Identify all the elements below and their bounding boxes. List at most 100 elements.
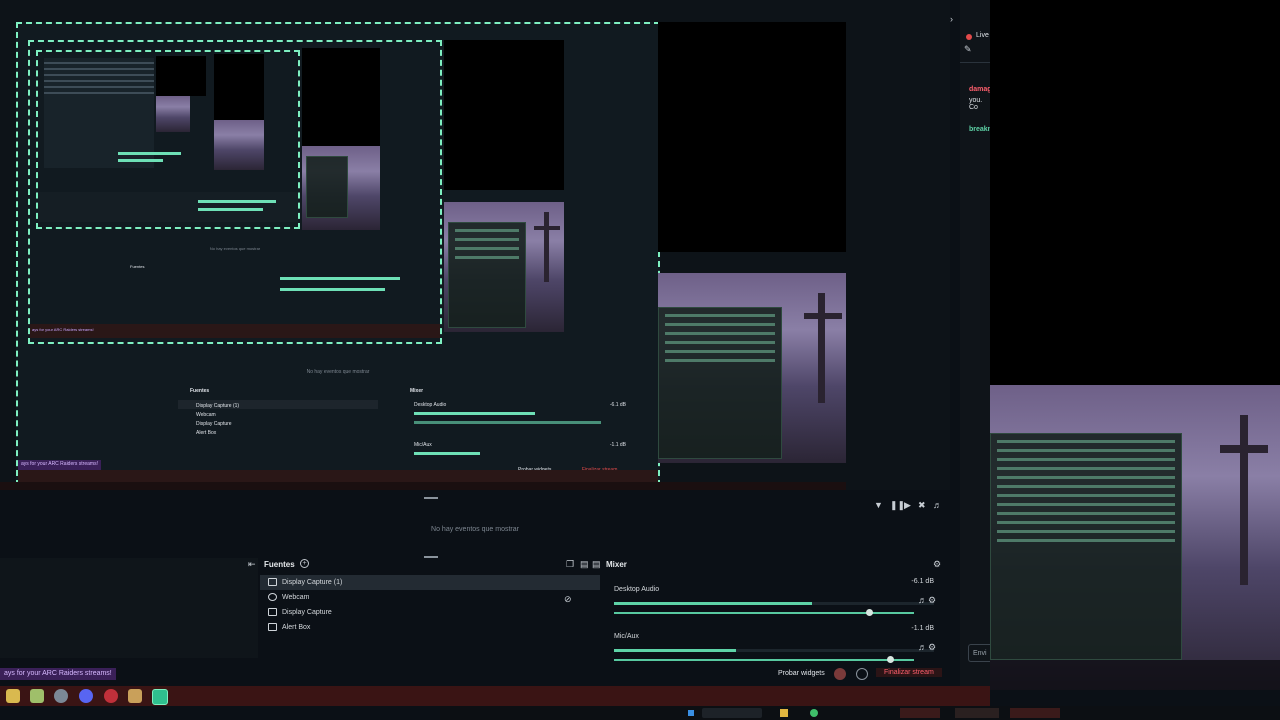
finalizar-stream-button[interactable]: Finalizar stream bbox=[876, 668, 942, 677]
gear-icon[interactable]: ⚙ bbox=[928, 642, 936, 653]
nested-src3: Display Capture bbox=[196, 421, 232, 427]
alert-icon bbox=[268, 623, 277, 631]
taskbar-window[interactable] bbox=[1010, 708, 1060, 718]
nested-obs-banner: ays for your ARC Raiders streams! bbox=[18, 460, 101, 470]
monitor-icon bbox=[268, 578, 277, 586]
source-item-webcam[interactable]: Webcam ⊘ bbox=[260, 590, 600, 605]
pencil-icon[interactable]: ✎ bbox=[964, 44, 972, 55]
sources-panel: ⇤ Fuentes + ❐ ▤ Display Capture (1) Webc… bbox=[248, 558, 600, 658]
preview-capture-frame[interactable]: No hay eventos que mostrar Fuentes ays f… bbox=[16, 22, 660, 486]
volume-icon[interactable]: ♬ bbox=[918, 595, 927, 605]
probar-widgets-button[interactable]: Probar widgets bbox=[778, 670, 825, 677]
league-icon[interactable] bbox=[128, 689, 142, 703]
mixer-icon: ▤ bbox=[592, 559, 601, 569]
nested-black-pane bbox=[302, 48, 380, 148]
obs-bottom-bar bbox=[0, 686, 990, 706]
taskbar-window[interactable] bbox=[955, 708, 999, 718]
skip-icon[interactable]: ▶ bbox=[904, 500, 911, 511]
record-icon[interactable] bbox=[834, 668, 846, 680]
nested-src1: Display Capture (1) bbox=[178, 400, 378, 409]
nested-mixer-panel: Mixer Desktop Audio -6.1 dB Mic/Aux -1.1… bbox=[410, 388, 630, 458]
nested-mic: Mic/Aux bbox=[414, 442, 432, 448]
preview-black-area bbox=[658, 22, 846, 252]
preview-os-strip bbox=[0, 482, 846, 490]
nested-panel-row bbox=[38, 192, 298, 222]
copy-icon[interactable]: ❐ bbox=[566, 559, 574, 570]
discord-icon[interactable] bbox=[79, 689, 93, 703]
collapse-icon[interactable]: ⇤ bbox=[248, 559, 256, 570]
nested-game-pane bbox=[444, 202, 564, 332]
gear-icon[interactable]: ⚙ bbox=[933, 559, 941, 570]
app-icon[interactable] bbox=[30, 689, 44, 703]
nested-capture-level2: No hay eventos que mostrar Fuentes ays f… bbox=[28, 40, 442, 344]
pause-icon[interactable]: ❚❚ bbox=[890, 500, 905, 511]
source-item-display-capture[interactable]: Display Capture bbox=[260, 605, 600, 620]
nested-mixer-label: Mixer bbox=[410, 388, 424, 394]
nested-game-pane bbox=[214, 120, 264, 170]
nested-banner: ays for your ARC Raiders streams! bbox=[32, 327, 94, 332]
nested-footer-buttons: Probar widgets Finalizar stream bbox=[518, 458, 658, 473]
source-label: Display Capture bbox=[282, 609, 332, 616]
camera-icon bbox=[268, 593, 277, 601]
nested-capture-level3 bbox=[36, 50, 300, 229]
events-empty-text: No hay eventos que mostrar bbox=[431, 526, 519, 533]
chevron-right-icon[interactable]: › bbox=[950, 14, 953, 24]
os-taskbar bbox=[440, 706, 1280, 720]
mixer-title: Mixer bbox=[606, 560, 627, 569]
source-label: Webcam bbox=[282, 594, 310, 601]
mute-icon[interactable]: ✖ bbox=[918, 500, 926, 511]
chat-send-input[interactable]: Envi bbox=[968, 644, 990, 662]
nested-src2: Webcam bbox=[196, 412, 216, 418]
nested-black-pane bbox=[444, 40, 564, 190]
folder-app-icon[interactable] bbox=[6, 689, 20, 703]
nested-events-empty-2: No hay eventos que mostrar bbox=[306, 369, 370, 375]
source-item-alert-box[interactable]: Alert Box bbox=[260, 620, 600, 635]
volume-slider[interactable] bbox=[614, 609, 914, 616]
studio-preview: No hay eventos que mostrar Fuentes ays f… bbox=[0, 0, 950, 490]
filter-icon[interactable]: ▼ bbox=[874, 500, 883, 510]
monitor-icon bbox=[268, 608, 277, 616]
nested-game-pane bbox=[156, 96, 190, 132]
nested-fuentes-label: Fuentes bbox=[190, 388, 210, 394]
channel-name: Desktop Audio bbox=[614, 586, 660, 593]
source-item-display-capture-1[interactable]: Display Capture (1) bbox=[260, 575, 600, 590]
volume-icon[interactable]: ♬ bbox=[918, 642, 927, 652]
nested-panels: Fuentes bbox=[130, 264, 430, 324]
sources-list: Display Capture (1) Webcam ⊘ Display Cap… bbox=[260, 575, 600, 635]
taskbar-app-icon[interactable] bbox=[810, 709, 818, 717]
folder-icon[interactable]: ▤ bbox=[580, 559, 589, 570]
taskbar-search[interactable] bbox=[702, 708, 762, 718]
nested-mic-db: -1.1 dB bbox=[609, 442, 626, 448]
volume-icon[interactable]: ♬ bbox=[933, 500, 942, 510]
streamlabs-icon[interactable] bbox=[152, 689, 168, 705]
gear-icon[interactable]: ⚙ bbox=[928, 595, 936, 606]
game-social-panel bbox=[990, 433, 1182, 660]
chat-msg1-user: damag bbox=[969, 86, 992, 93]
nested-sources-panel: Fuentes Display Capture (1) Webcam Displ… bbox=[178, 388, 378, 458]
mixer-channel-desktop: Desktop Audio -6.1 dB ♬ ⚙ bbox=[614, 578, 936, 616]
opera-icon[interactable] bbox=[104, 689, 118, 703]
promo-banner: ays for your ARC Raiders streams! bbox=[0, 668, 116, 680]
scenes-panel bbox=[0, 558, 258, 658]
audio-meter bbox=[614, 602, 934, 605]
events-toolbar: ▼ ❚❚ ▶ ✖ ♬ bbox=[0, 498, 950, 518]
live-dot-icon bbox=[966, 34, 972, 40]
taskbar-app-icon[interactable] bbox=[780, 709, 788, 717]
game-desktop-icons bbox=[990, 660, 1280, 690]
chat-msg1-text: you. Co bbox=[969, 97, 983, 111]
volume-slider[interactable] bbox=[614, 656, 914, 663]
replay-icon[interactable] bbox=[856, 668, 868, 680]
preview-game-scene bbox=[658, 273, 846, 463]
nested-fuentes-title: Fuentes bbox=[130, 264, 145, 269]
steam-icon[interactable] bbox=[54, 689, 68, 703]
channel-name: Mic/Aux bbox=[614, 633, 639, 640]
add-source-icon[interactable]: + bbox=[300, 559, 309, 568]
nested-src4: Alert Box bbox=[196, 430, 217, 436]
windows-icon[interactable] bbox=[688, 710, 694, 716]
captured-black-area bbox=[990, 0, 1280, 385]
nested-game-pane bbox=[302, 146, 380, 230]
live-label: Live bbox=[976, 32, 989, 39]
nested-black-pane bbox=[156, 56, 206, 96]
taskbar-window[interactable] bbox=[900, 708, 940, 718]
nested-desktop-db: -6.1 dB bbox=[609, 402, 626, 408]
